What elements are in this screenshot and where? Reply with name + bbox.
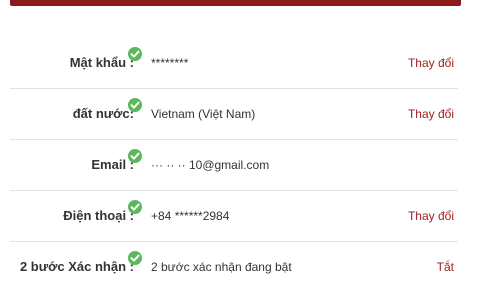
change-country-link[interactable]: Thay đổi [408, 89, 454, 139]
check-circle-icon [128, 47, 142, 61]
change-password-link[interactable]: Thay đổi [408, 38, 454, 88]
country-label: đất nước: [72, 106, 134, 121]
two-step-label: 2 bước Xác nhận : [19, 259, 134, 274]
country-row: đất nước: Vietnam (Việt Nam) Thay đổi [10, 89, 458, 140]
disable-two-step-link[interactable]: Tắt [437, 242, 454, 288]
phone-row: Điện thoại : +84 ******2984 Thay đổi [10, 191, 458, 242]
check-circle-icon [128, 251, 142, 265]
phone-value: +84 ******2984 [151, 209, 230, 223]
email-row: Email : ··· ·· ·· 10@gmail.com [10, 140, 458, 191]
country-value: Vietnam (Việt Nam) [151, 107, 256, 121]
check-circle-icon [128, 149, 142, 163]
phone-label: Điện thoại : [63, 208, 134, 223]
two-step-verification-row: 2 bước Xác nhận : 2 bước xác nhận đang b… [10, 242, 458, 288]
two-step-status: 2 bước xác nhận đang bật [151, 260, 292, 274]
email-label: Email : [91, 157, 134, 172]
password-row: Mật khẩu : ******** Thay đổi [10, 38, 458, 89]
account-settings-panel: Mật khẩu : ******** Thay đổi đất nước: V… [0, 0, 484, 288]
check-circle-icon [128, 98, 142, 112]
password-label: Mật khẩu : [69, 55, 134, 70]
change-phone-link[interactable]: Thay đổi [408, 191, 454, 241]
check-circle-icon [128, 200, 142, 214]
top-accent-bar [10, 0, 461, 6]
password-value: ******** [151, 56, 189, 70]
email-value: ··· ·· ·· 10@gmail.com [151, 158, 270, 172]
